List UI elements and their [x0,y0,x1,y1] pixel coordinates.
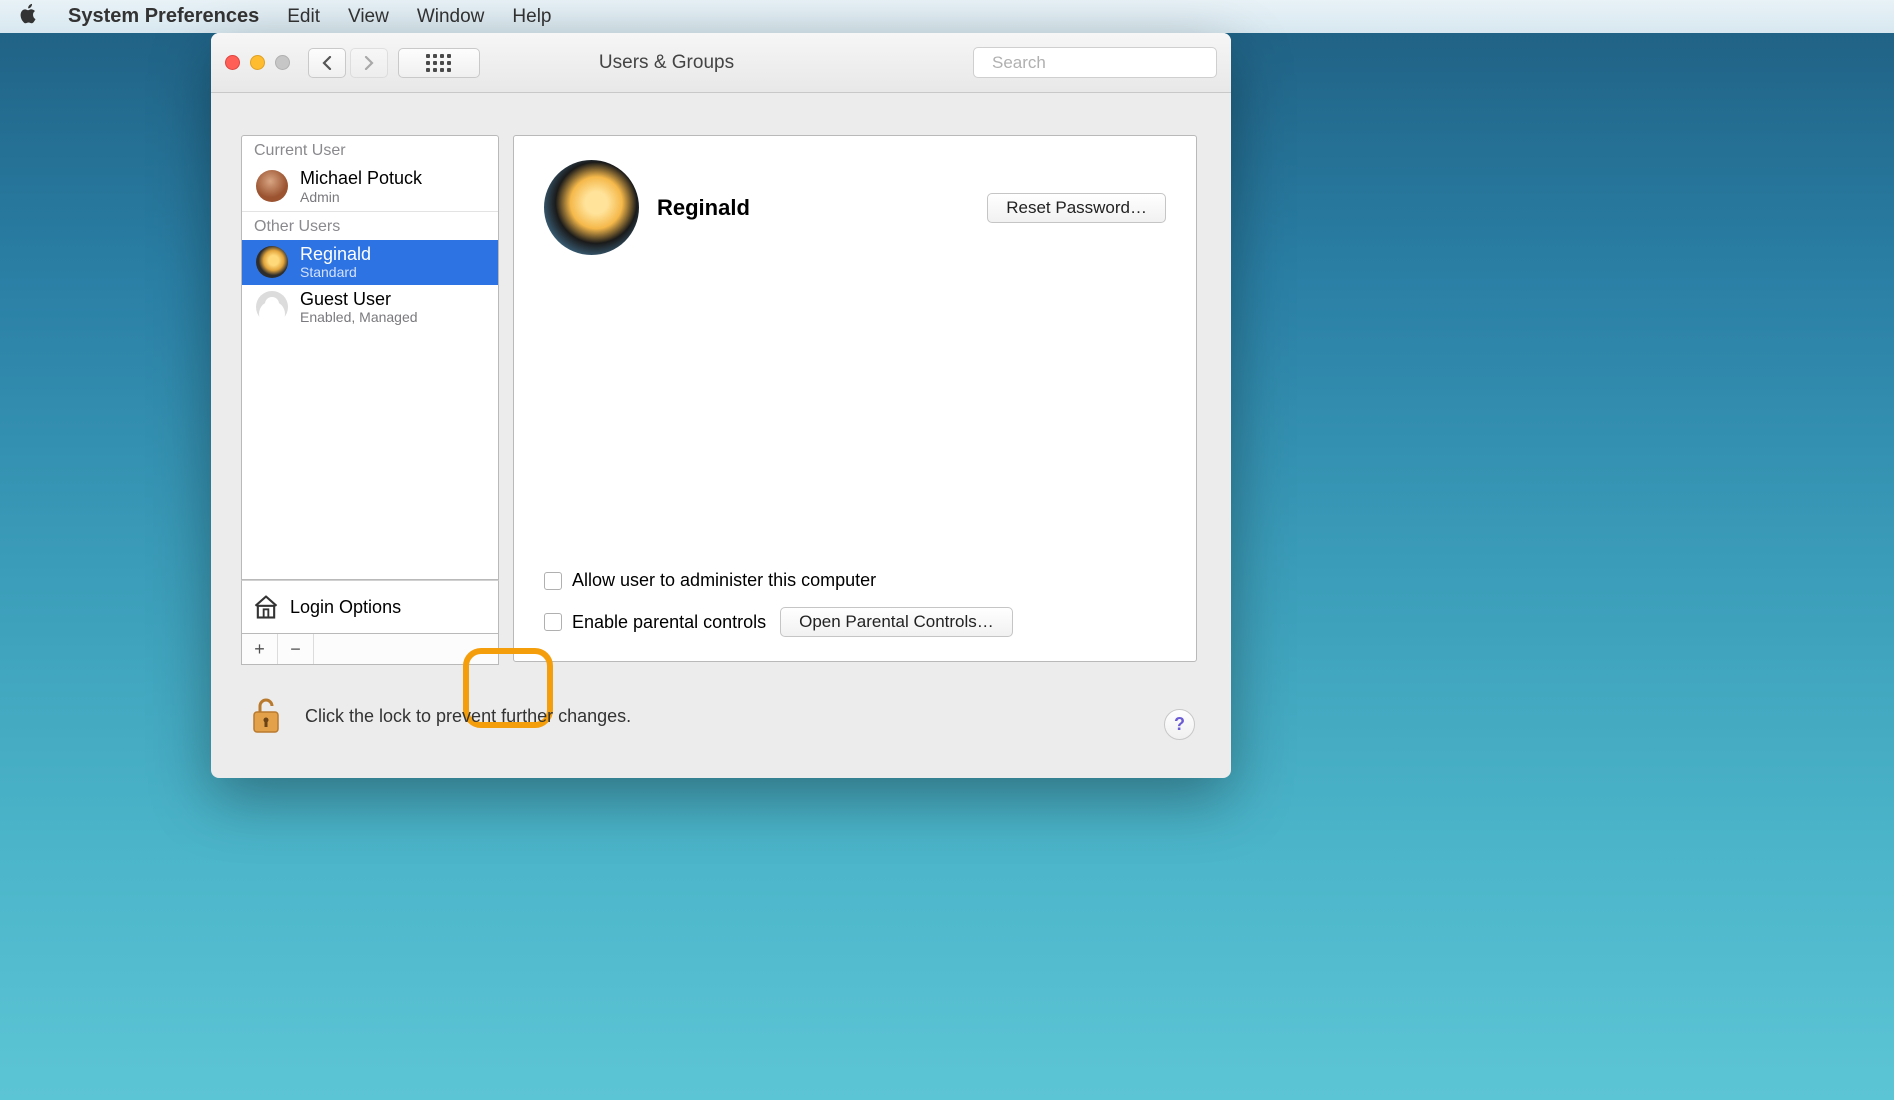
current-user-header: Current User [242,136,498,164]
user-list-sidebar: Current User Michael Potuck Admin Other … [241,135,499,580]
window-title: Users & Groups [370,52,963,74]
sidebar-item-reginald[interactable]: Reginald Standard [242,240,498,285]
search-input[interactable] [992,53,1213,73]
lock-text: Click the lock to prevent further change… [305,706,631,727]
user-role-label: Admin [300,189,422,205]
traffic-lights [225,55,290,70]
nav-buttons [308,48,388,78]
add-remove-bar: + − [241,634,499,665]
chevron-right-icon [363,56,375,70]
help-button[interactable]: ? [1164,709,1195,740]
open-parental-controls-button[interactable]: Open Parental Controls… [780,607,1013,637]
menubar: System Preferences Edit View Window Help [0,0,1894,33]
user-avatar-large[interactable] [544,160,639,255]
apple-icon[interactable] [18,3,40,31]
zoom-window-button[interactable] [275,55,290,70]
menu-view[interactable]: View [348,6,389,28]
allow-admin-label: Allow user to administer this computer [572,570,876,591]
enable-parental-checkbox[interactable] [544,613,562,631]
app-name-menu[interactable]: System Preferences [68,5,259,28]
user-name-label: Michael Potuck [300,168,422,189]
user-name-label: Reginald [300,244,371,265]
avatar [256,291,288,323]
remove-user-button[interactable]: − [278,634,314,664]
detail-username: Reginald [657,195,969,221]
sidebar-item-current-user[interactable]: Michael Potuck Admin [242,164,498,209]
minimize-window-button[interactable] [250,55,265,70]
other-users-header: Other Users [242,212,498,240]
user-role-label: Enabled, Managed [300,309,418,325]
enable-parental-label: Enable parental controls [572,612,766,633]
lock-row: Click the lock to prevent further change… [241,692,631,740]
user-role-label: Standard [300,264,371,280]
user-detail-panel: Reginald Reset Password… Allow user to a… [513,135,1197,662]
menu-help[interactable]: Help [512,6,551,28]
house-icon [252,593,280,621]
avatar [256,246,288,278]
unlocked-lock-icon [249,696,283,736]
menu-edit[interactable]: Edit [287,6,320,28]
close-window-button[interactable] [225,55,240,70]
login-options-label: Login Options [290,597,401,618]
avatar [256,170,288,202]
user-name-label: Guest User [300,289,418,310]
menu-window[interactable]: Window [417,6,485,28]
forward-button[interactable] [350,48,388,78]
add-user-button[interactable]: + [242,634,278,664]
allow-admin-checkbox[interactable] [544,572,562,590]
chevron-left-icon [321,56,333,70]
sidebar-item-guest[interactable]: Guest User Enabled, Managed [242,285,498,330]
reset-password-button[interactable]: Reset Password… [987,193,1166,223]
window-titlebar: Users & Groups [211,33,1231,93]
lock-button[interactable] [241,692,291,740]
login-options-button[interactable]: Login Options [241,580,499,634]
search-field[interactable] [973,47,1217,78]
preferences-window: Users & Groups Current User Michael Potu… [211,33,1231,778]
back-button[interactable] [308,48,346,78]
